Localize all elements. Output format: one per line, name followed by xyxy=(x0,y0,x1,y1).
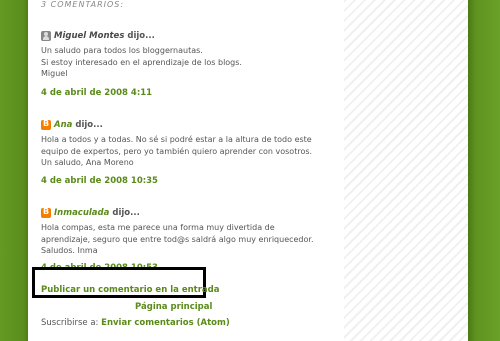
blogger-icon xyxy=(41,207,51,218)
comment-author-link[interactable]: Inmaculada xyxy=(54,208,109,218)
comment-body: Un saludo para todos los bloggernautas. … xyxy=(41,45,331,80)
comments-column: 3 comentarios: Miguel Montes dijo... Un … xyxy=(28,0,344,341)
comment-body-line: Hola compas, esta me parece una forma mu… xyxy=(41,223,275,232)
comment-body-line: aprendizaje, seguro que entre tod@s sald… xyxy=(41,234,314,244)
blog-content-area: 3 comentarios: Miguel Montes dijo... Un … xyxy=(28,0,468,341)
subscribe-line: Suscribirse a: Enviar comentarios (Atom) xyxy=(41,318,230,328)
right-green-border xyxy=(468,0,500,341)
left-green-border xyxy=(0,0,28,341)
anonymous-user-icon xyxy=(41,31,51,41)
comment-author-line: Ana dijo... xyxy=(41,119,103,130)
comment-body-line: Miguel xyxy=(41,69,68,78)
comment-body-line: equipo de expertos, pero yo también quie… xyxy=(41,146,313,156)
comment-said-label: dijo... xyxy=(127,31,155,41)
comment-said-label: dijo... xyxy=(112,208,140,218)
comment-body-line: Hola a todos y a todas. No sé si podré e… xyxy=(41,135,312,144)
comment-body-line: Saludos. Inma xyxy=(41,246,98,255)
comment-author-link[interactable]: Ana xyxy=(54,120,72,130)
comment-body: Hola compas, esta me parece una forma mu… xyxy=(41,222,331,257)
comment-author-name: Miguel Montes xyxy=(54,31,125,41)
subscribe-label: Suscribirse a: xyxy=(41,318,99,328)
comment-date-link[interactable]: 4 de abril de 2008 10:35 xyxy=(41,176,158,186)
comment-body: Hola a todos y a todas. No sé si podré e… xyxy=(41,134,331,169)
comment-body-line: Si estoy interesado en el aprendizaje de… xyxy=(41,57,242,67)
comments-heading: 3 comentarios: xyxy=(41,0,125,9)
comment-author-line: Miguel Montes dijo... xyxy=(41,31,155,41)
main-page-link[interactable]: Página principal xyxy=(135,302,212,312)
striped-sidebar xyxy=(344,0,468,341)
comment-body-line: Un saludo para todos los bloggernautas. xyxy=(41,46,203,55)
comment-body-line: Un saludo, Ana Moreno xyxy=(41,158,134,167)
subscribe-atom-link[interactable]: Enviar comentarios (Atom) xyxy=(101,318,230,328)
comment-said-label: dijo... xyxy=(75,120,103,130)
comment-author-line: Inmaculada dijo... xyxy=(41,207,140,218)
blogger-icon xyxy=(41,119,51,130)
comment-date-link[interactable]: 4 de abril de 2008 4:11 xyxy=(41,88,152,98)
publish-comment-link[interactable]: Publicar un comentario en la entrada xyxy=(41,285,219,295)
